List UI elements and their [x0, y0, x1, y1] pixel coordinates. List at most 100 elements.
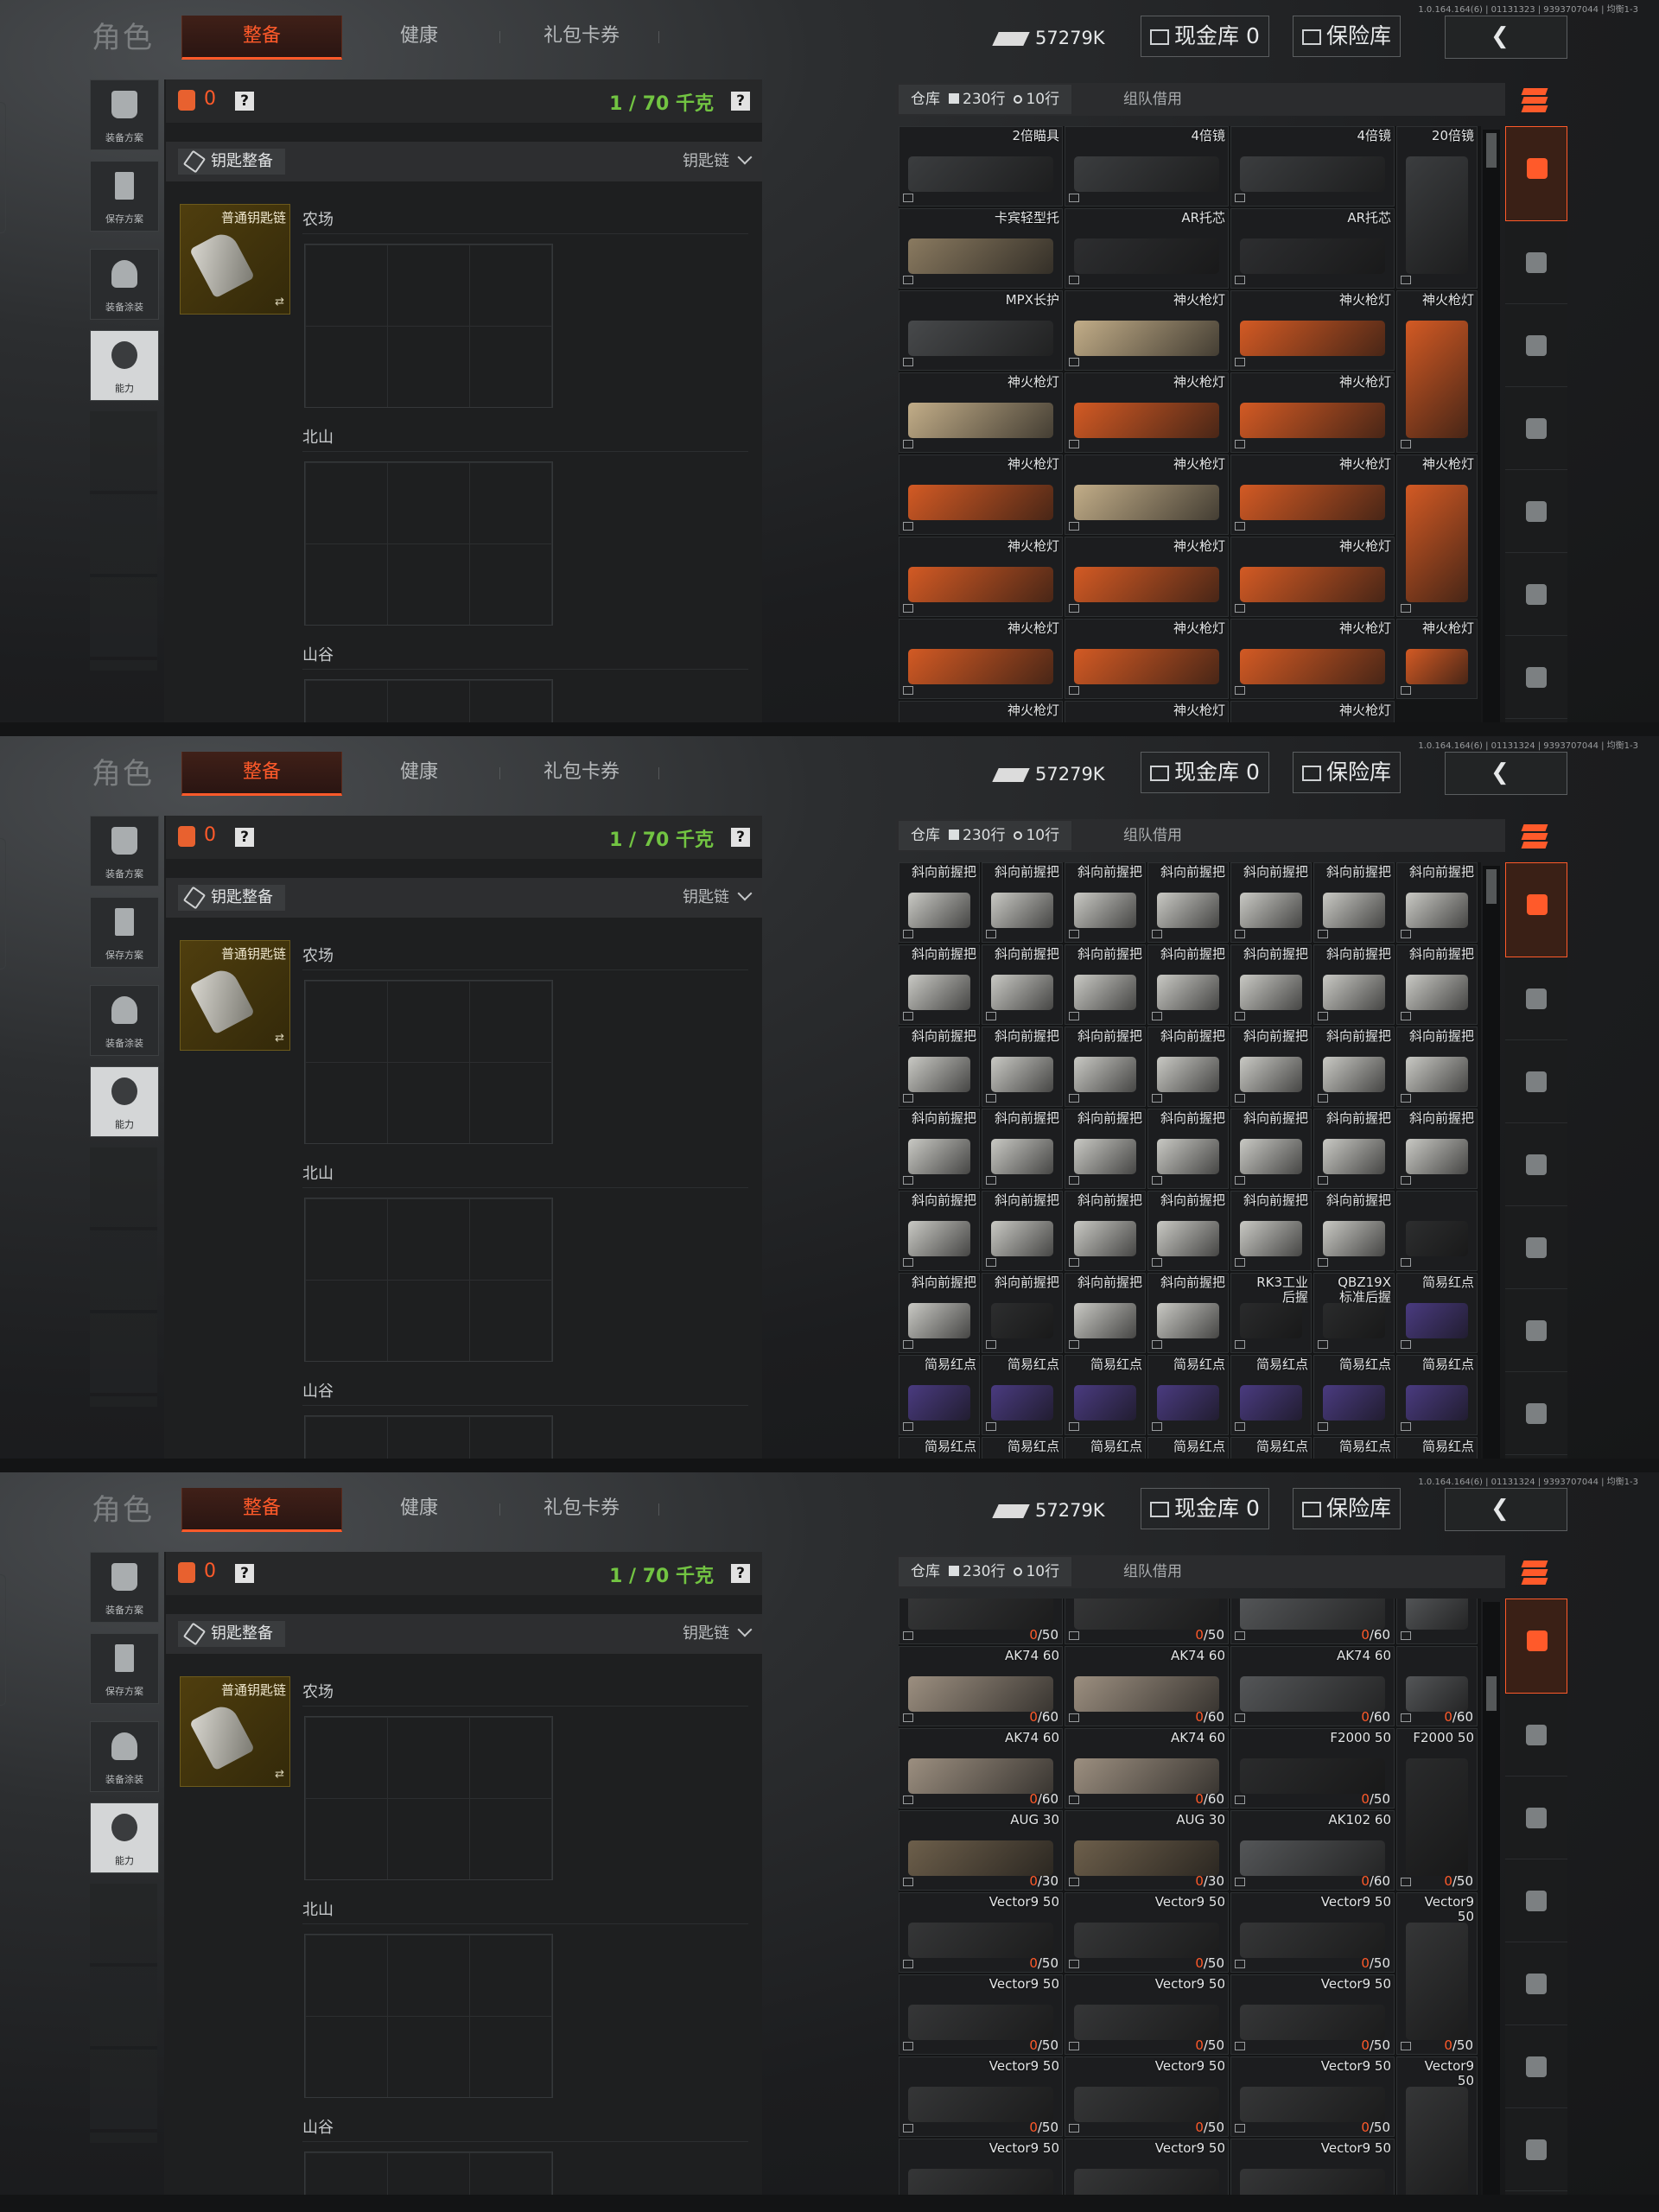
inventory-item[interactable]: 神火枪灯: [1065, 537, 1229, 617]
inventory-item[interactable]: 神火枪灯: [1230, 537, 1395, 617]
inventory-item[interactable]: 神火枪灯: [1065, 701, 1229, 722]
category-ammo[interactable]: [1505, 1289, 1567, 1372]
category-helmet[interactable]: [1505, 1040, 1567, 1123]
key-loadout-chip[interactable]: 钥匙整备: [178, 885, 285, 911]
category-magazine[interactable]: [1505, 1942, 1567, 2025]
inventory-item[interactable]: AR托芯: [1065, 208, 1229, 289]
inventory-item[interactable]: 神火枪灯: [899, 701, 1063, 722]
key-loadout-chip[interactable]: 钥匙整备: [178, 149, 285, 175]
category-sight[interactable]: [1505, 1372, 1567, 1455]
inventory-item[interactable]: 简易红点: [1313, 1437, 1395, 1459]
inventory-item[interactable]: 简易红点: [1065, 1355, 1146, 1435]
loadout-plan-button[interactable]: 装备方案: [90, 79, 159, 150]
inventory-item[interactable]: 斜向前握把: [1396, 944, 1478, 1025]
category-helmet[interactable]: [1505, 304, 1567, 387]
category-rifle[interactable]: [1505, 387, 1567, 470]
inventory-item[interactable]: 斜向前握把: [982, 862, 1063, 943]
key-slot-grid[interactable]: [304, 1716, 553, 1880]
category-ammo[interactable]: [1505, 2025, 1567, 2108]
inventory-item[interactable]: Vector9 500/50: [899, 2056, 1063, 2137]
ability-button[interactable]: 能力: [90, 1802, 159, 1873]
inventory-item[interactable]: 卡宾轻型托: [899, 208, 1063, 289]
category-stack[interactable]: [1505, 1599, 1567, 1694]
keychain-item[interactable]: 普通钥匙链 ⇄: [180, 1676, 290, 1787]
scroll-thumb[interactable]: [1486, 133, 1497, 168]
inventory-item[interactable]: AK74 60 0/60: [1230, 1646, 1395, 1726]
inventory-item[interactable]: 斜向前握把: [1147, 1109, 1229, 1189]
inventory-item[interactable]: 斜向前握把: [982, 1191, 1063, 1271]
inventory-item[interactable]: 简易红点: [1396, 1437, 1478, 1459]
inventory-item[interactable]: Vector9 500/50: [899, 1974, 1063, 2055]
tab-team-borrow[interactable]: 组队借用: [1123, 85, 1182, 114]
inventory-item[interactable]: 神火枪灯: [1396, 619, 1478, 699]
inventory-item[interactable]: 斜向前握把: [1065, 944, 1146, 1025]
inventory-item[interactable]: Vector9 500/50: [1230, 2056, 1395, 2137]
paint-button[interactable]: 装备涂装: [90, 985, 159, 1056]
inventory-item[interactable]: 神火枪灯: [1230, 619, 1395, 699]
weight-help-icon[interactable]: ?: [731, 92, 750, 111]
inventory-item[interactable]: 4倍镜: [1065, 126, 1229, 207]
keychain-item[interactable]: 普通钥匙链 ⇄: [180, 204, 290, 315]
inventory-item[interactable]: 神火枪灯: [1230, 701, 1395, 722]
tab-warehouse[interactable]: 仓库 230行 10行: [899, 1557, 1072, 1586]
category-magazine[interactable]: [1505, 470, 1567, 553]
insurance-vault-button[interactable]: 保险库: [1293, 16, 1402, 57]
tab-gift-cards[interactable]: 礼包卡券: [518, 752, 645, 793]
inventory-item[interactable]: 斜向前握把: [899, 1027, 980, 1107]
tab-health[interactable]: 健康: [363, 16, 475, 57]
save-plan-button[interactable]: 保存方案: [90, 897, 159, 968]
ability-button[interactable]: 能力: [90, 1066, 159, 1137]
key-slot-grid[interactable]: [304, 1415, 553, 1459]
inventory-item[interactable]: 神火枪灯: [1396, 454, 1478, 617]
inventory-item[interactable]: RK3工业 后握: [1230, 1273, 1312, 1353]
category-stack[interactable]: [1505, 862, 1567, 957]
insurance-vault-button[interactable]: 保险库: [1293, 1488, 1402, 1529]
tab-warehouse[interactable]: 仓库 230行 10行: [899, 821, 1072, 850]
back-button[interactable]: ❮: [1445, 752, 1567, 795]
category-armor[interactable]: [1505, 221, 1567, 304]
inventory-item[interactable]: 斜向前握把: [982, 944, 1063, 1025]
cash-vault-button[interactable]: 现金库 0: [1141, 16, 1269, 57]
category-stack[interactable]: [1505, 126, 1567, 221]
inventory-item[interactable]: 简易红点: [982, 1437, 1063, 1459]
tab-team-borrow[interactable]: 组队借用: [1123, 821, 1182, 850]
inventory-item[interactable]: F2000 50 0/50: [1230, 1728, 1395, 1808]
inventory-item[interactable]: 斜向前握把: [1065, 1191, 1146, 1271]
inventory-item[interactable]: 斜向前握把: [899, 1273, 980, 1353]
tab-loadout[interactable]: 整备: [181, 16, 342, 60]
inventory-item[interactable]: 神火枪灯: [1230, 372, 1395, 453]
cash-vault-button[interactable]: 现金库 0: [1141, 1488, 1269, 1529]
inventory-item[interactable]: 神火枪灯: [1230, 290, 1395, 371]
inventory-item[interactable]: 简易红点: [1313, 1355, 1395, 1435]
inventory-item[interactable]: Vector9 500/50: [899, 2139, 1063, 2195]
inventory-item[interactable]: 斜向前握把: [1147, 862, 1229, 943]
keychain-item[interactable]: 普通钥匙链 ⇄: [180, 940, 290, 1051]
inventory-item[interactable]: 0/60: [1230, 1599, 1395, 1644]
inventory-item[interactable]: QBZ19X 标准后握: [1313, 1273, 1395, 1353]
save-plan-button[interactable]: 保存方案: [90, 1633, 159, 1704]
sort-stack-icon[interactable]: [1519, 824, 1554, 850]
weight-help-icon[interactable]: ?: [731, 828, 750, 847]
inventory-item[interactable]: 斜向前握把: [1230, 862, 1312, 943]
inventory-item[interactable]: 20倍镜: [1396, 126, 1478, 289]
inventory-scrollbar[interactable]: [1483, 866, 1500, 1459]
inventory-item[interactable]: AK74 60 0/60: [1065, 1728, 1229, 1808]
inventory-item[interactable]: AUG 30 0/30: [1065, 1810, 1229, 1891]
inventory-item[interactable]: 斜向前握把: [1147, 1027, 1229, 1107]
inventory-item[interactable]: 简易红点: [1396, 1273, 1478, 1353]
inventory-item[interactable]: 斜向前握把: [1230, 1027, 1312, 1107]
inventory-item[interactable]: AR托芯: [1230, 208, 1395, 289]
inventory-item[interactable]: 斜向前握把: [1065, 1273, 1146, 1353]
back-button[interactable]: ❮: [1445, 1488, 1567, 1531]
inventory-item[interactable]: 斜向前握把: [1147, 944, 1229, 1025]
keychain-select[interactable]: 钥匙链: [683, 885, 753, 907]
loadout-plan-button[interactable]: 装备方案: [90, 816, 159, 887]
inventory-item[interactable]: F2000 50 0/50: [1396, 1728, 1478, 1891]
inventory-item[interactable]: 斜向前握把: [1065, 1027, 1146, 1107]
inventory-item[interactable]: 斜向前握把: [1313, 1027, 1395, 1107]
inventory-item[interactable]: 斜向前握把: [899, 1191, 980, 1271]
key-slot-grid[interactable]: [304, 2152, 553, 2195]
sort-stack-icon[interactable]: [1519, 1560, 1554, 1586]
help-icon[interactable]: ?: [235, 828, 254, 847]
inventory-item[interactable]: 简易红点: [982, 1355, 1063, 1435]
